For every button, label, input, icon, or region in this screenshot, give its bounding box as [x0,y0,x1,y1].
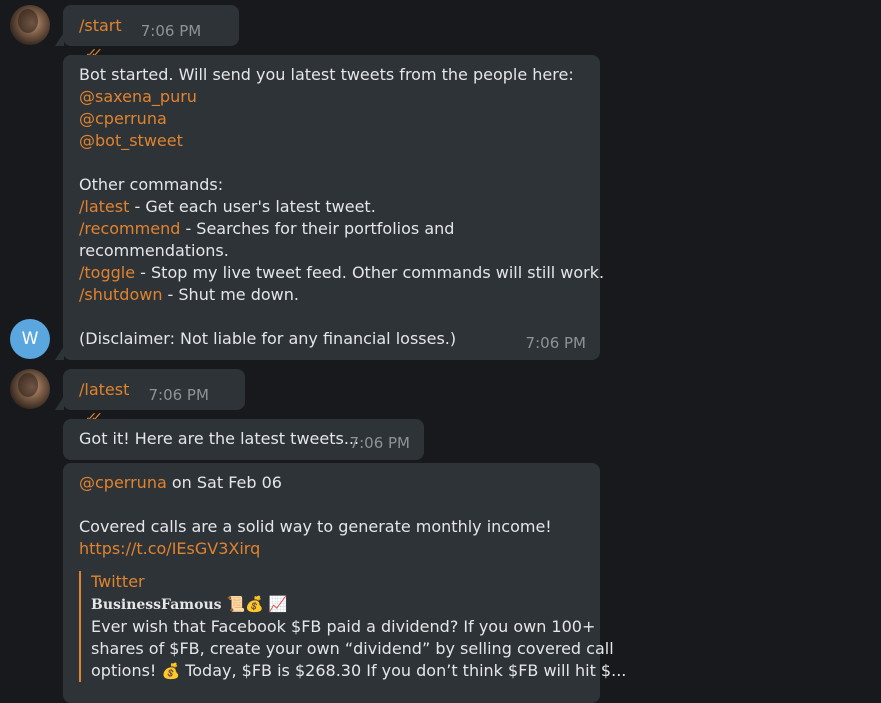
tweet-date: on Sat Feb 06 [166,473,282,492]
mention-link[interactable]: @saxena_puru [79,87,197,106]
mention-link[interactable]: @cperruna [79,109,167,128]
command-link[interactable]: /latest [79,197,129,216]
preview-text: Ever wish that Facebook $FB paid a divid… [91,617,596,636]
tweet-body: Covered calls are a solid way to generat… [79,517,552,536]
message-time: 7:06 PM [525,334,586,352]
command-link[interactable]: /shutdown [79,285,162,304]
message-text: Bot started. Will send you latest tweets… [79,65,574,84]
preview-text: shares of $FB, create your own “dividend… [91,639,614,658]
command-desc: - Shut me down. [162,285,299,304]
command-desc: - Searches for their portfolios and [180,219,455,238]
message-text: Got it! Here are the latest tweets... [79,429,360,448]
command-link[interactable]: /recommend [79,219,180,238]
message-got-it[interactable]: Got it! Here are the latest tweets... 7:… [63,419,424,460]
mention-link[interactable]: @cperruna [79,473,167,492]
mention-link[interactable]: @bot_stweet [79,131,183,150]
preview-text: Today, $FB is $268.30 If you don’t think… [180,661,627,680]
message-time: 7:06 PM [140,22,202,40]
command-desc: - Get each user's latest tweet. [129,197,376,216]
message-time: 7:06 PM [349,434,410,452]
user-avatar[interactable] [10,5,50,45]
user-avatar[interactable] [10,369,50,409]
commands-header: Other commands: [79,175,224,194]
bot-avatar[interactable]: W [10,319,50,359]
preview-author: BusinessFamous [91,597,222,613]
command-link[interactable]: /toggle [79,263,135,282]
command-link[interactable]: /start [79,16,122,35]
disclaimer-text: (Disclaimer: Not liable for any financia… [79,329,457,348]
command-link[interactable]: /latest [79,380,129,399]
command-desc: - Stop my live tweet feed. Other command… [135,263,605,282]
tweet-url-link[interactable]: https://t.co/IEsGV3Xirq [79,539,260,558]
message-start[interactable]: /start 7:06 PM ✓✓ [55,5,239,62]
link-preview[interactable]: Twitter BusinessFamous 📜💰 📈 Ever wish th… [79,571,626,682]
message-time: 7:06 PM [148,386,209,404]
message-tweet[interactable]: @cperruna on Sat Feb 06 Covered calls ar… [63,463,626,703]
preview-site-name: Twitter [91,572,145,591]
bot-avatar-letter: W [21,329,39,349]
preview-text: options! [91,661,162,680]
moneybag-emoji-icon: 💰 [161,662,181,680]
message-bot-welcome[interactable]: Bot started. Will send you latest tweets… [55,55,604,360]
scroll-moneybag-chart-emoji-icon: 📜💰 📈 [226,595,288,613]
message-latest[interactable]: /latest 7:06 PM ✓✓ [55,369,245,426]
command-desc: recommendations. [79,241,229,260]
